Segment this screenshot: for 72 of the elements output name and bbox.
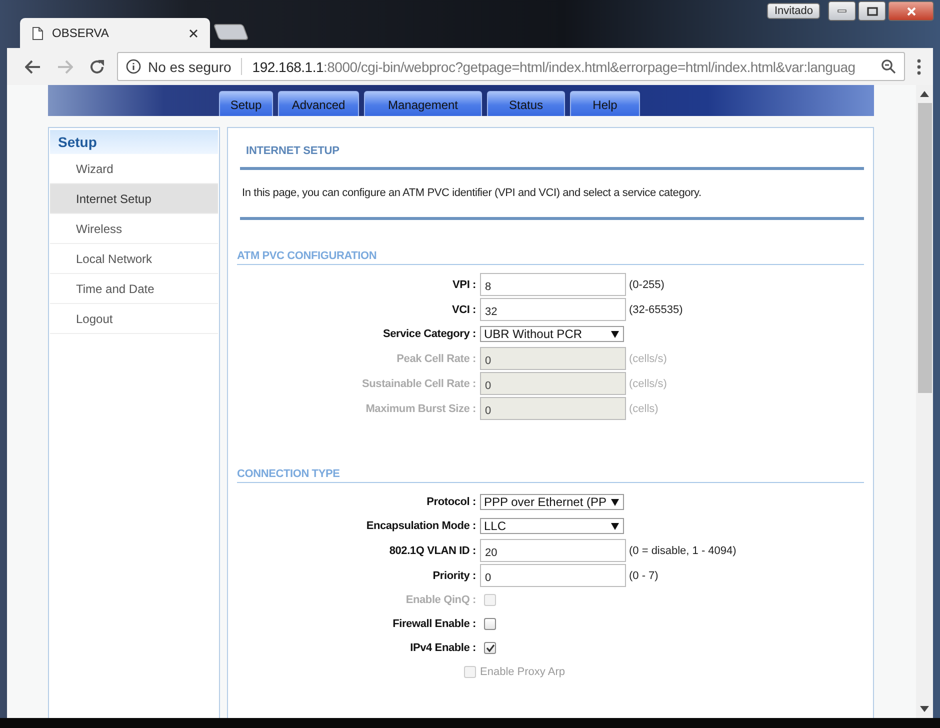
hint-text: (32-65535) <box>629 304 683 316</box>
page-title: INTERNET SETUP <box>245 144 340 159</box>
field-label: IPv4 Enable : <box>409 641 477 656</box>
caret-icon <box>611 498 619 506</box>
scrollbar-thumb[interactable] <box>918 103 932 393</box>
hint-text: (cells) <box>629 402 658 414</box>
minimize-button[interactable] <box>828 1 856 21</box>
tab-title: OBSERVA <box>52 26 110 40</box>
security-label: No es seguro <box>148 58 232 74</box>
sidebar-item[interactable]: Logout <box>50 304 218 334</box>
field-label: Firewall Enable : <box>392 617 477 632</box>
checkbox-label: Enable Proxy Arp <box>480 666 565 678</box>
caret-icon <box>611 330 619 338</box>
dropdown[interactable]: UBR Without PCR <box>480 326 624 342</box>
reload-icon[interactable] <box>89 58 105 74</box>
field-label: 802.1Q VLAN ID : <box>388 544 477 558</box>
checkbox[interactable] <box>484 618 496 630</box>
input-field[interactable]: 32 <box>480 298 626 321</box>
new-tab-button[interactable] <box>213 24 249 40</box>
nav-tab[interactable]: Advanced <box>278 91 359 116</box>
sidebar-item[interactable]: Internet Setup <box>50 184 218 214</box>
menu-icon[interactable] <box>917 58 921 74</box>
section-title: ATM PVC CONFIGURATION <box>237 220 864 265</box>
hint-text: (0-255) <box>629 278 664 290</box>
hint-text: (0 = disable, 1 - 4094) <box>629 544 736 556</box>
section-title: CONNECTION TYPE <box>237 420 864 483</box>
intro-text: In this page, you can configure an ATM PVC identifier (VPI and VCI) and select a service category. <box>241 186 702 201</box>
field-label: Encapsulation Mode : <box>365 519 477 534</box>
scrollbar[interactable] <box>916 85 933 718</box>
back-icon[interactable] <box>25 60 41 74</box>
field-label: Maximum Burst Size : <box>364 402 477 416</box>
close-tab-icon[interactable] <box>189 28 198 38</box>
caret-icon <box>611 522 619 530</box>
close-icon <box>906 6 916 16</box>
zoom-icon[interactable] <box>881 59 896 74</box>
nav-tab[interactable]: Management <box>364 91 482 116</box>
info-icon <box>126 59 141 74</box>
nav-tab[interactable]: Status <box>487 91 565 116</box>
profile-button[interactable]: Invitado <box>767 3 820 19</box>
checkbox[interactable] <box>484 642 496 654</box>
maximize-icon <box>866 6 878 16</box>
scroll-down-icon[interactable] <box>920 706 929 712</box>
nav-tab[interactable]: Setup <box>219 91 273 116</box>
hint-text: (0 - 7) <box>629 570 658 582</box>
page-icon <box>32 26 43 40</box>
sidebar-title: Setup <box>50 130 218 154</box>
scroll-up-icon[interactable] <box>920 91 929 97</box>
sidebar-item[interactable]: Wireless <box>50 214 218 244</box>
input-field[interactable]: 20 <box>480 539 626 562</box>
field-label: Service Category : <box>382 327 477 342</box>
field-label: Peak Cell Rate : <box>396 352 477 366</box>
input-field[interactable]: 0 <box>480 564 626 587</box>
field-label: Sustainable Cell Rate : <box>361 376 477 392</box>
url-text: 192.168.1.1:8000/cgi-bin/webproc?getpage=html/index.html&errorpage=html/index.html&var:languag <box>252 58 856 74</box>
nav-tab[interactable]: Help <box>570 91 640 116</box>
address-bar[interactable]: No es seguro 192.168.1.1:8000/cgi-bin/webproc?getpage=html/index.html&errorpage=html/index.html&var:languag <box>117 52 905 81</box>
browser-tab[interactable]: OBSERVA <box>20 18 210 48</box>
field-label: Priority : <box>432 568 477 584</box>
input-field[interactable]: 8 <box>480 273 626 296</box>
minimize-icon <box>837 9 847 13</box>
dropdown[interactable]: PPP over Ethernet (PP <box>480 494 624 510</box>
sidebar-item[interactable]: Local Network <box>50 244 218 274</box>
close-button[interactable] <box>888 1 934 21</box>
hint-text: (cells/s) <box>629 378 667 390</box>
hint-text: (cells/s) <box>629 352 667 364</box>
maximize-button[interactable] <box>858 1 886 21</box>
field-label: VPI : <box>452 278 477 292</box>
field-label: Protocol : <box>426 495 477 510</box>
sidebar-item[interactable]: Time and Date <box>50 274 218 304</box>
field-label: Enable QinQ : <box>404 593 477 608</box>
dropdown[interactable]: LLC <box>480 518 624 534</box>
field-label: VCI : <box>450 302 477 318</box>
